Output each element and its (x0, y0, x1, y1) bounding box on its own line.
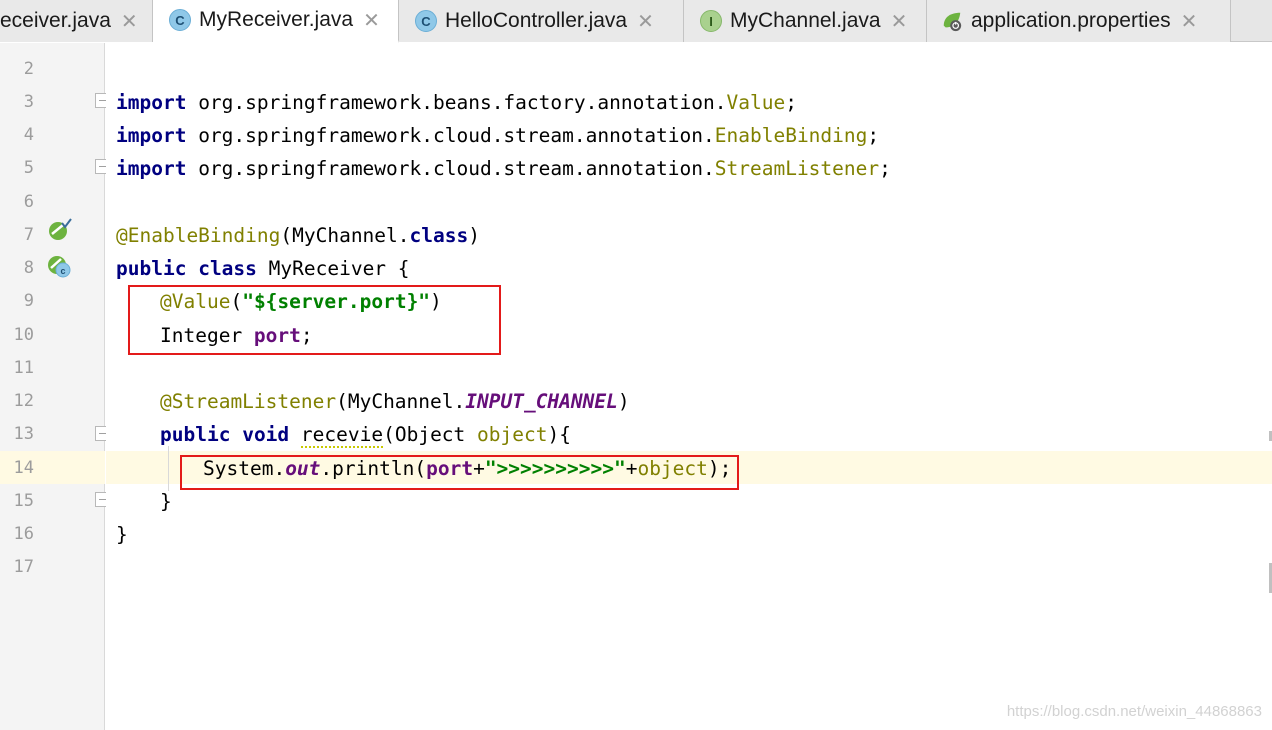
code-line-8: public class MyReceiver { (116, 252, 410, 285)
code-token: object (477, 423, 548, 446)
line-number: 12 (13, 391, 34, 411)
code-token: public (116, 257, 187, 280)
code-token: INPUT_CHANNEL (465, 390, 618, 413)
line-number: 8 (23, 258, 34, 278)
editor-gutter: 2 3 4 5 6 7 8 9 10 11 12 13 14 15 16 17 … (0, 43, 110, 730)
code-token: StreamListener (714, 157, 880, 180)
code-token: @StreamListener (160, 390, 337, 413)
code-token: ; (785, 91, 797, 114)
code-token: (MyChannel. (280, 224, 410, 247)
code-token: class (409, 224, 469, 247)
line-number: 2 (23, 59, 34, 79)
code-token: import (116, 91, 187, 114)
tab-label: MyChannel.java (730, 9, 881, 32)
editor-tab-bar: eceiver.java ✕ C MyReceiver.java ✕ C Hel… (0, 0, 1272, 43)
code-token: void (242, 423, 290, 446)
highlight-box-println (180, 455, 739, 490)
code-line-13: public void recevie(Object object){ (160, 418, 571, 451)
close-icon[interactable]: ✕ (637, 9, 654, 34)
code-token: ; (867, 124, 880, 147)
close-icon[interactable]: ✕ (363, 8, 380, 33)
code-token: import (116, 157, 187, 180)
line-number: 9 (23, 291, 34, 311)
interface-icon: I (700, 10, 722, 32)
code-token: @EnableBinding (116, 224, 281, 247)
line-number: 7 (23, 225, 34, 245)
code-line-5: import org.springframework.cloud.stream.… (116, 152, 891, 185)
tab-label: application.properties (971, 9, 1171, 32)
tab-mychannel[interactable]: I MyChannel.java ✕ (684, 0, 927, 42)
line-number: 6 (23, 192, 34, 212)
code-token: org.springframework.cloud.stream.annotat… (186, 124, 715, 147)
watermark-text: https://blog.csdn.net/weixin_44868863 (1006, 703, 1262, 720)
code-token: ){ (547, 423, 571, 446)
code-editor[interactable]: import org.springframework.beans.factory… (106, 43, 1272, 730)
code-token: (Object (383, 423, 478, 446)
highlight-box-value-annotation (128, 285, 501, 355)
tab-application-properties[interactable]: application.properties ✕ (927, 0, 1231, 42)
class-icon: C (415, 10, 437, 32)
code-line-7: @EnableBinding(MyChannel.class) (116, 219, 480, 252)
code-token: } (160, 490, 172, 513)
code-token: MyReceiver { (256, 257, 410, 280)
code-token: org.springframework.cloud.stream.annotat… (186, 157, 715, 180)
spring-component-icon[interactable]: c (46, 253, 72, 279)
code-line-12: @StreamListener(MyChannel.INPUT_CHANNEL) (160, 385, 630, 418)
code-token: } (116, 523, 128, 546)
line-number: 13 (13, 424, 34, 444)
spring-bean-icon[interactable] (46, 217, 72, 243)
code-line-3: import org.springframework.beans.factory… (116, 86, 797, 119)
tab-label: HelloController.java (445, 9, 628, 32)
code-token: public (160, 423, 231, 446)
spring-properties-icon (941, 10, 963, 32)
code-token: Value (726, 91, 786, 114)
tab-hellocontroller[interactable]: C HelloController.java ✕ (399, 0, 684, 42)
tab-myreceiver[interactable]: C MyReceiver.java ✕ (153, 0, 399, 43)
code-token: ) (617, 390, 630, 413)
line-number: 15 (13, 491, 34, 511)
code-line-4: import org.springframework.cloud.stream.… (116, 119, 879, 152)
code-token: EnableBinding (714, 124, 868, 147)
line-number: 16 (13, 524, 34, 544)
code-token: recevie (300, 423, 384, 448)
line-number: 5 (23, 158, 34, 178)
line-number: 10 (13, 325, 34, 345)
tab-label: MyReceiver.java (199, 8, 354, 31)
code-token: org.springframework.beans.factory.annota… (186, 91, 727, 114)
line-number: 14 (13, 458, 34, 478)
close-icon[interactable]: ✕ (891, 9, 908, 34)
close-icon[interactable]: ✕ (1181, 9, 1198, 34)
code-token: ) (468, 224, 480, 247)
close-icon[interactable]: ✕ (121, 9, 138, 34)
line-number: 4 (23, 125, 34, 145)
code-token: (MyChannel. (336, 390, 466, 413)
code-line-15: } (160, 485, 172, 518)
line-number: 11 (13, 358, 34, 378)
line-number: 3 (23, 92, 34, 112)
code-token: ; (879, 157, 891, 180)
line-number: 17 (13, 557, 34, 577)
code-token: import (116, 124, 187, 147)
tab-label: eceiver.java (0, 9, 111, 32)
tab-receiver[interactable]: eceiver.java ✕ (0, 0, 153, 42)
code-token: class (198, 257, 257, 280)
code-line-16: } (116, 518, 128, 551)
class-icon: C (169, 9, 191, 31)
svg-text:c: c (60, 266, 65, 276)
